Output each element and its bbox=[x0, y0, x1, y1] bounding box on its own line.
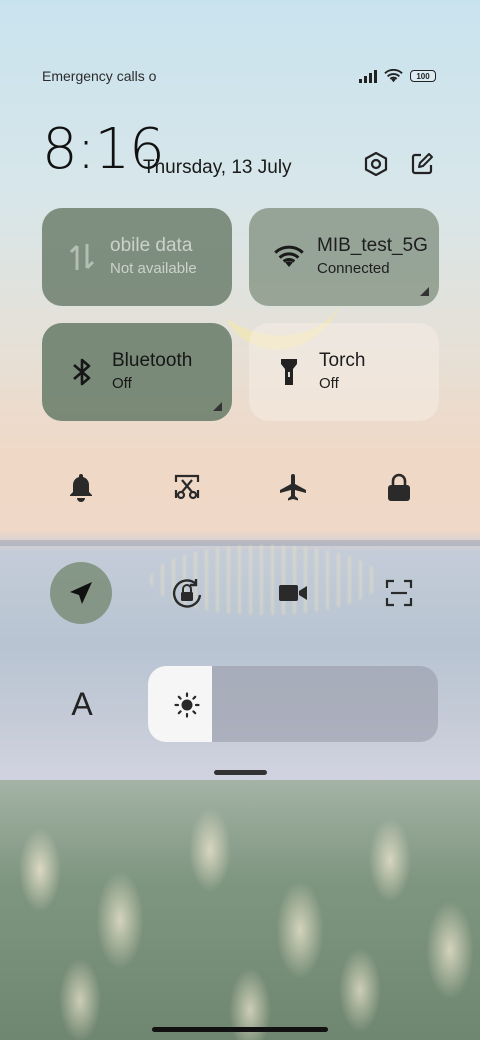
tile-subtitle: Off bbox=[319, 375, 339, 392]
horizon bbox=[0, 540, 480, 546]
video-camera-icon bbox=[279, 585, 307, 601]
tile-torch[interactable]: Torch Off bbox=[249, 323, 439, 421]
tile-title: obile data bbox=[110, 235, 193, 256]
toggle-lock-screen[interactable] bbox=[368, 456, 430, 518]
battery-indicator: 100 bbox=[410, 70, 436, 82]
edit-icon bbox=[411, 153, 433, 175]
status-icons: 100 bbox=[359, 69, 436, 83]
settings-hexagon-icon bbox=[364, 151, 388, 177]
tile-subtitle: Not available bbox=[110, 260, 197, 277]
wifi-icon bbox=[384, 69, 403, 83]
location-arrow-icon bbox=[70, 582, 92, 604]
airplane-icon bbox=[280, 474, 306, 501]
mobile-data-arrows-icon bbox=[64, 239, 100, 275]
tile-wifi[interactable]: MIB_test_5G Connected bbox=[249, 208, 439, 306]
status-bar: Emergency calls o 100 bbox=[42, 64, 436, 88]
tile-subtitle: Off bbox=[112, 375, 132, 392]
rotation-lock-icon bbox=[172, 579, 202, 608]
toggle-screen-recorder[interactable] bbox=[262, 562, 324, 624]
torch-icon bbox=[271, 354, 307, 390]
tile-subtitle: Connected bbox=[317, 260, 390, 277]
tile-title: Bluetooth bbox=[112, 350, 193, 371]
grass-decoration bbox=[0, 780, 480, 1040]
edit-button[interactable] bbox=[408, 150, 436, 178]
tile-title: Torch bbox=[319, 350, 366, 371]
toggle-scanner[interactable] bbox=[368, 562, 430, 624]
sun-icon bbox=[174, 692, 200, 718]
font-size-button[interactable]: A bbox=[62, 682, 102, 726]
clock-date: Thursday, 13 July bbox=[143, 157, 292, 178]
toggle-rotation-lock[interactable] bbox=[156, 562, 218, 624]
expand-corner-icon[interactable] bbox=[420, 287, 429, 296]
wifi-icon bbox=[271, 239, 307, 275]
toggle-sound[interactable] bbox=[50, 456, 112, 518]
tile-bluetooth[interactable]: Bluetooth Off bbox=[42, 323, 232, 421]
lock-icon bbox=[388, 473, 410, 501]
carrier-text: Emergency calls o bbox=[42, 68, 157, 84]
tile-mobile-data[interactable]: obile data Not available bbox=[42, 208, 232, 306]
signal-icon bbox=[359, 69, 377, 83]
bluetooth-icon bbox=[64, 354, 100, 390]
drag-handle[interactable] bbox=[214, 770, 267, 775]
expand-corner-icon[interactable] bbox=[213, 402, 222, 411]
screenshot-scissors-icon bbox=[174, 474, 200, 500]
toggle-location[interactable] bbox=[50, 562, 112, 624]
bell-icon bbox=[70, 474, 92, 502]
settings-button[interactable] bbox=[362, 150, 390, 178]
scanner-icon bbox=[385, 579, 413, 607]
toggle-airplane[interactable] bbox=[262, 456, 324, 518]
home-indicator[interactable] bbox=[152, 1027, 328, 1032]
toggle-screenshot[interactable] bbox=[156, 456, 218, 518]
tile-title: MIB_test_5G bbox=[317, 235, 428, 256]
brightness-slider[interactable] bbox=[148, 666, 438, 742]
